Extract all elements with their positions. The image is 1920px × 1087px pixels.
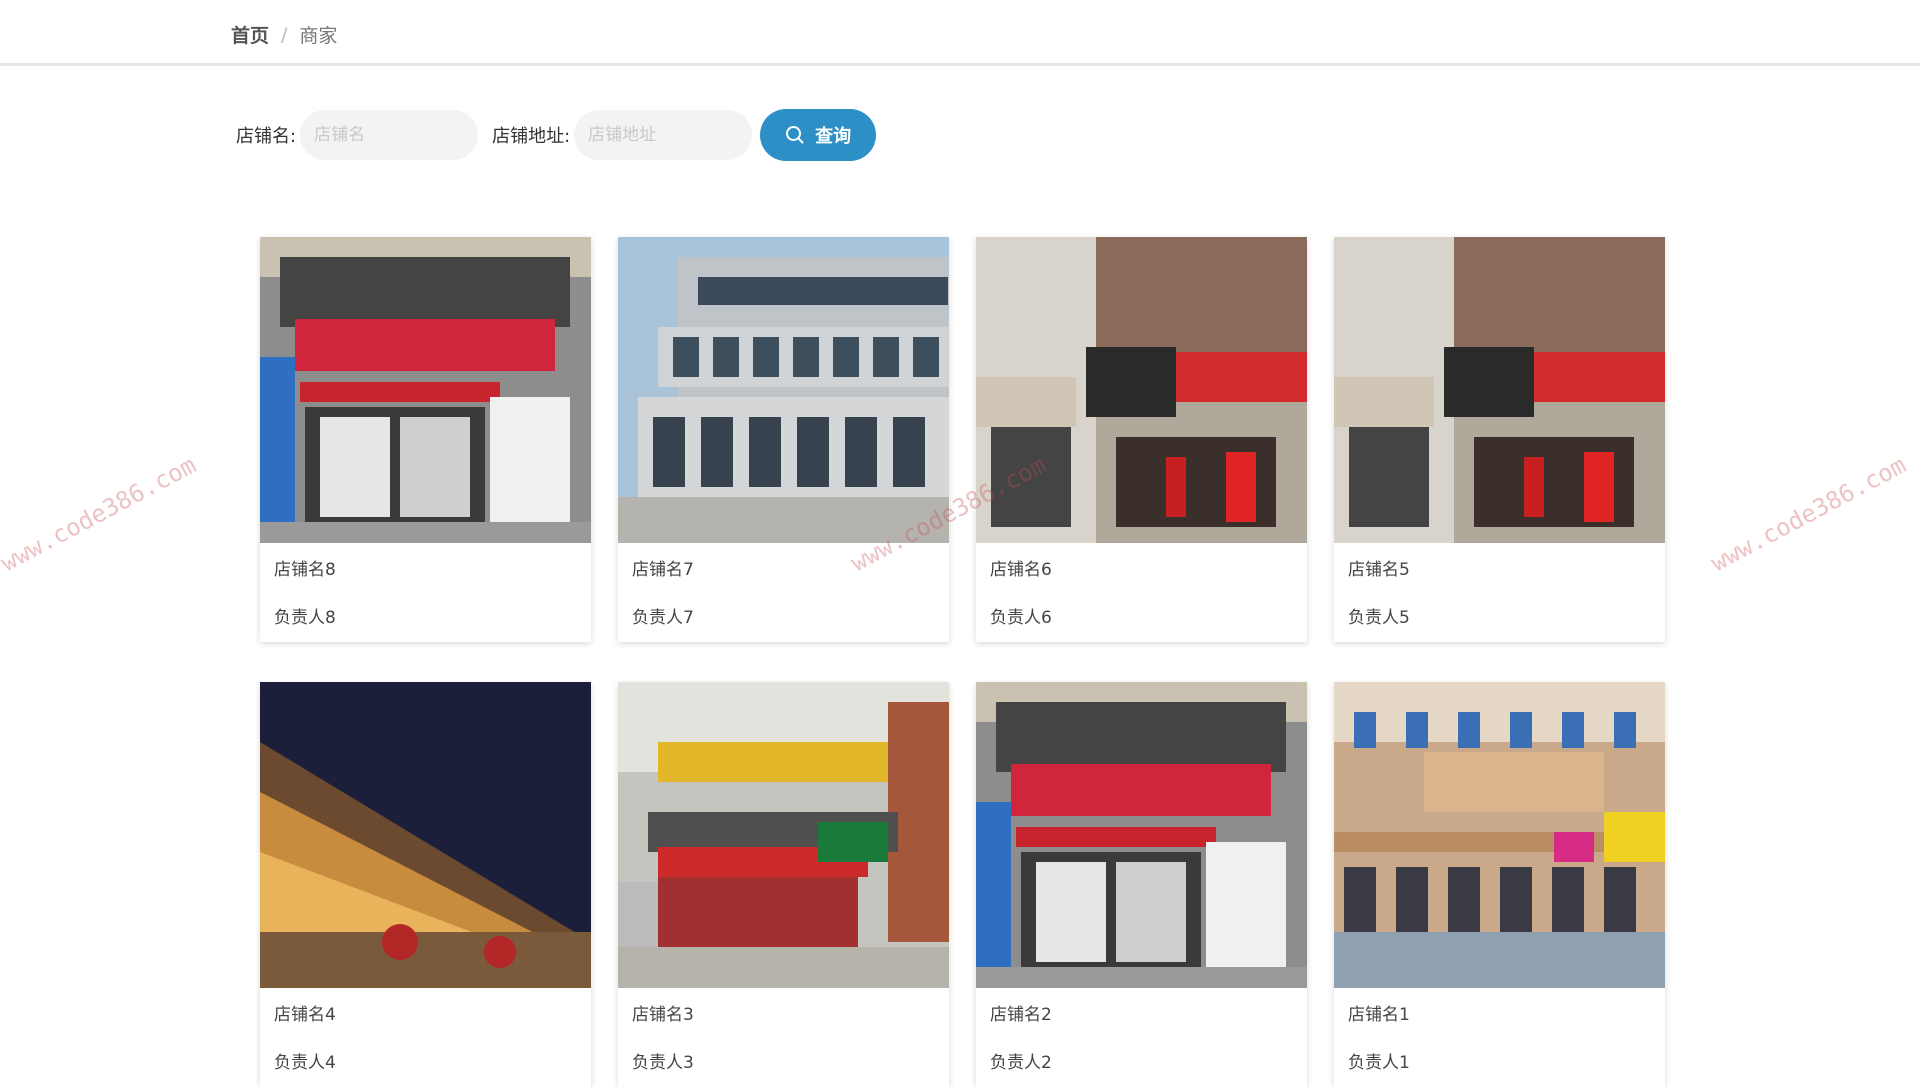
shop-address-label: 店铺地址: <box>492 126 571 147</box>
shop-name: 店铺名8 <box>274 560 336 580</box>
shop-owner: 负责人3 <box>632 1053 694 1073</box>
shop-address-input[interactable] <box>574 110 753 160</box>
shop-name: 店铺名1 <box>1348 1005 1410 1025</box>
shop-owner: 负责人2 <box>990 1053 1052 1073</box>
shop-owner: 负责人6 <box>990 608 1052 628</box>
shop-card[interactable]: 店铺名3 负责人3 <box>618 682 949 1087</box>
shop-photo[interactable] <box>976 237 1307 543</box>
watermark: www.code386.com <box>0 450 201 578</box>
shop-card[interactable]: 店铺名1 负责人1 <box>1334 682 1665 1087</box>
shop-name: 店铺名2 <box>990 1005 1052 1025</box>
shop-owner: 负责人1 <box>1348 1053 1410 1073</box>
breadcrumb-separator: / <box>281 23 288 46</box>
shop-card[interactable]: 店铺名2 负责人2 <box>976 682 1307 1087</box>
breadcrumb-current: 商家 <box>299 25 338 47</box>
shop-name-label: 店铺名: <box>236 126 297 147</box>
top-bar: 首页 / 商家 <box>0 0 1920 66</box>
shop-owner: 负责人4 <box>274 1053 336 1073</box>
search-icon <box>786 126 804 144</box>
shop-card[interactable]: 店铺名6 负责人6 <box>976 237 1307 642</box>
shop-name-input[interactable] <box>300 110 479 160</box>
shop-card[interactable]: 店铺名8 负责人8 <box>260 237 591 642</box>
shop-grid: 店铺名8 负责人8 店铺名7 负责人7 店铺名6 负责人6 店铺名5 负责人5 店铺名4 负责人4… <box>260 237 1665 1087</box>
watermark: www.code386.com <box>1706 450 1911 578</box>
shop-photo[interactable] <box>260 237 591 543</box>
query-button-label: 查询 <box>815 126 852 147</box>
shop-owner: 负责人7 <box>632 608 694 628</box>
shop-photo[interactable] <box>618 237 949 543</box>
breadcrumb-home[interactable]: 首页 <box>231 21 269 48</box>
search-bar: 店铺名: 店铺地址: 查询 <box>236 108 877 162</box>
shop-name: 店铺名4 <box>274 1005 336 1025</box>
shop-photo[interactable] <box>976 682 1307 988</box>
shop-card[interactable]: 店铺名4 负责人4 <box>260 682 591 1087</box>
shop-owner: 负责人8 <box>274 608 336 628</box>
shop-photo[interactable] <box>1334 682 1665 988</box>
shop-card[interactable]: 店铺名7 负责人7 <box>618 237 949 642</box>
shop-name: 店铺名7 <box>632 560 694 580</box>
shop-owner: 负责人5 <box>1348 608 1410 628</box>
shop-name: 店铺名5 <box>1348 560 1410 580</box>
shop-photo[interactable] <box>260 682 591 988</box>
query-button[interactable]: 查询 <box>760 109 877 161</box>
shop-name: 店铺名3 <box>632 1005 694 1025</box>
shop-name: 店铺名6 <box>990 560 1052 580</box>
breadcrumb: 首页 / 商家 <box>231 21 337 48</box>
shop-photo[interactable] <box>618 682 949 988</box>
shop-photo[interactable] <box>1334 237 1665 543</box>
shop-card[interactable]: 店铺名5 负责人5 <box>1334 237 1665 642</box>
